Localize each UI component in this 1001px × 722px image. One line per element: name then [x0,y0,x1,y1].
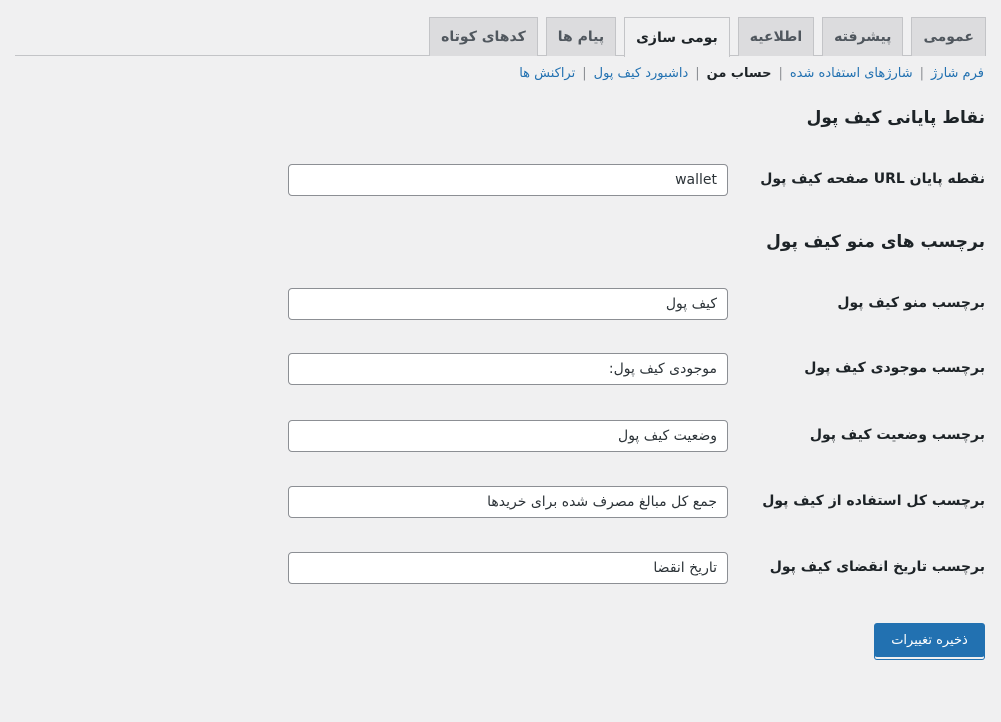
field-row-total-used-label: برچسب کل استفاده از کیف پول [0,486,985,518]
expiry-label-field[interactable] [288,552,728,584]
subnav-separator: | [695,66,700,81]
subnav-used-recharges[interactable]: شارژهای استفاده شده [790,66,913,81]
status-label-field-label: برچسب وضعیت کیف پول [809,427,985,443]
menu-label-field[interactable] [288,288,728,320]
endpoint-field-label: نقطه پایان URL صفحه کیف پول [760,171,985,187]
field-row-endpoint: نقطه پایان URL صفحه کیف پول [0,164,985,196]
total-used-label-field[interactable] [288,486,728,518]
field-row-expiry-label: برچسب تاریخ انقضای کیف پول [0,552,985,584]
tab-shortcodes[interactable]: کدهای کوتاه [429,17,538,56]
subnav-separator: | [582,66,587,81]
subnav-separator: | [919,66,925,81]
total-used-field-label: برچسب کل استفاده از کیف پول [762,493,985,509]
tab-notifications[interactable]: اطلاعیه [737,17,815,56]
status-label-field[interactable] [288,420,728,452]
subnav-my-account: حساب من [706,66,772,81]
field-row-balance-label: برچسب موجودی کیف پول [0,353,985,385]
field-row-status-label: برچسب وضعیت کیف پول [0,420,985,452]
sub-navigation: فرم شارژ | شارژهای استفاده شده | حساب من… [519,66,984,81]
section-title-menu-labels: برچسب های منو کیف پول [766,232,985,252]
settings-page: عمومی پیشرفته اطلاعیه بومی سازی پیام ها … [0,0,1001,722]
subnav-recharge-form[interactable]: فرم شارژ [931,66,984,81]
subnav-wallet-dashboard[interactable]: داشبورد کیف پول [594,66,689,81]
section-title-endpoints: نقاط پایانی کیف پول [806,108,985,128]
subnav-separator: | [778,66,783,81]
expiry-field-label: برچسب تاریخ انقضای کیف پول [769,559,985,575]
tab-advanced[interactable]: پیشرفته [822,17,904,56]
endpoint-field[interactable] [288,164,728,196]
menu-label-field-label: برچسب منو کیف پول [837,295,985,311]
subnav-transactions[interactable]: تراکنش ها [519,66,575,81]
balance-label-field-label: برچسب موجودی کیف پول [804,360,985,376]
balance-label-field[interactable] [288,353,728,385]
tab-general[interactable]: عمومی [911,17,986,56]
settings-tabs: عمومی پیشرفته اطلاعیه بومی سازی پیام ها … [15,17,986,57]
save-changes-button[interactable]: ذخیره تغییرات [874,623,985,657]
field-row-menu-label: برچسب منو کیف پول [0,288,985,320]
tab-localization[interactable]: بومی سازی [624,17,730,57]
tab-messages[interactable]: پیام ها [545,17,617,56]
